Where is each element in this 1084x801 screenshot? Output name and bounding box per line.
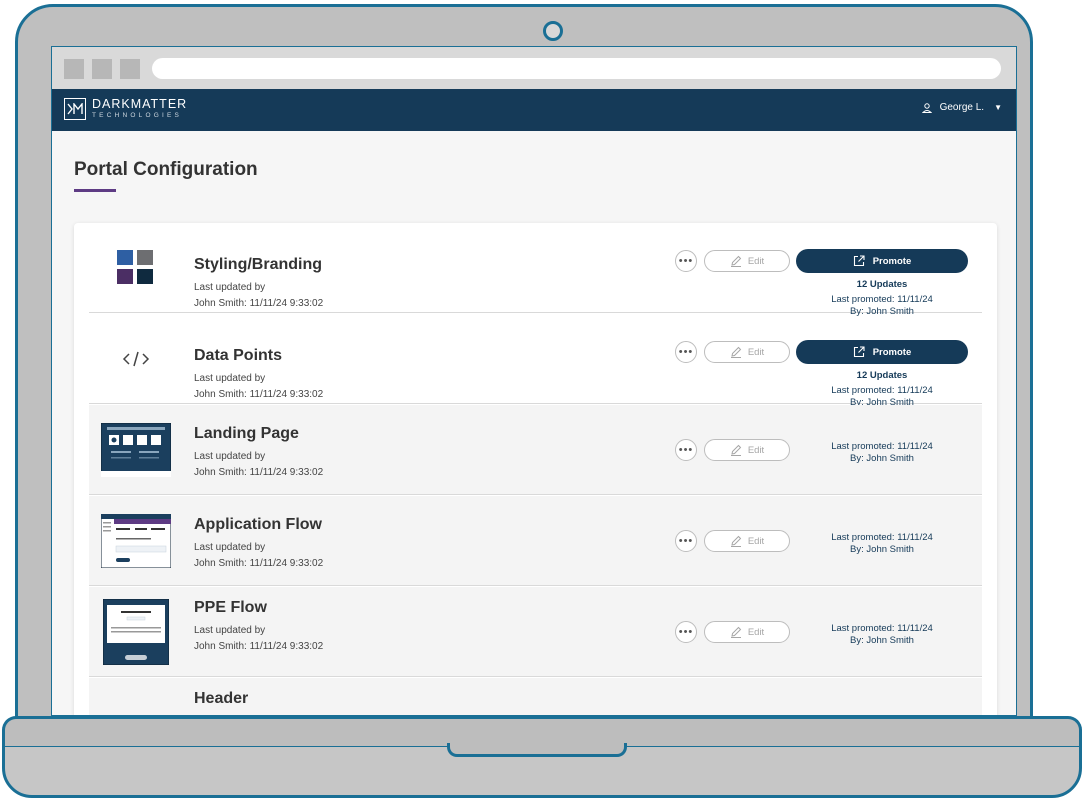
edit-label: Edit (747, 255, 765, 267)
pencil-icon (730, 626, 742, 638)
user-name: George L. (939, 102, 985, 113)
list-item: PPE Flow Last updated by John Smith: 11/… (89, 587, 982, 677)
external-link-icon (853, 255, 865, 267)
window-control[interactable] (92, 59, 112, 79)
pencil-icon (730, 255, 742, 267)
pencil-icon (730, 346, 742, 358)
edit-button[interactable]: Edit (704, 530, 790, 552)
list-item: Header (89, 678, 982, 715)
promote-button[interactable]: Promote (796, 249, 968, 273)
camera-icon (543, 21, 563, 41)
last-promoted: Last promoted: 11/11/24 (831, 385, 933, 396)
brand-subtitle: TECHNOLOGIES (92, 112, 183, 119)
row-meta-value: John Smith: 11/11/24 9:33:02 (194, 298, 324, 309)
brand-logo[interactable]: DARKMATTER TECHNOLOGIES (64, 98, 187, 120)
title-underline (74, 189, 116, 192)
more-options-button[interactable]: ••• (675, 439, 697, 461)
row-title: Landing Page (194, 425, 299, 442)
page-title: Portal Configuration (74, 159, 258, 180)
row-meta-label: Last updated by (194, 542, 266, 553)
edit-button[interactable]: Edit (704, 621, 790, 643)
user-menu[interactable]: George L. ▼ (921, 102, 1002, 113)
promoted-by: By: John Smith (850, 544, 914, 555)
edit-label: Edit (747, 346, 765, 358)
promoted-by: By: John Smith (850, 635, 914, 646)
last-promoted: Last promoted: 11/11/24 (831, 294, 933, 305)
more-options-button[interactable]: ••• (675, 341, 697, 363)
updates-count: 12 Updates (856, 370, 908, 381)
edit-button[interactable]: Edit (704, 341, 790, 363)
address-bar[interactable] (152, 58, 1001, 79)
app-header: DARKMATTER TECHNOLOGIES George L. ▼ (52, 89, 1016, 131)
edit-label: Edit (747, 626, 765, 638)
window-control[interactable] (120, 59, 140, 79)
landing-page-thumbnail (101, 423, 171, 477)
row-title: Data Points (194, 347, 283, 364)
more-options-button[interactable]: ••• (675, 621, 697, 643)
row-title: Application Flow (194, 516, 322, 533)
user-icon (921, 102, 932, 113)
browser-chrome (52, 47, 1016, 89)
promote-label: Promote (872, 346, 912, 358)
brand-name: DARKMATTER (92, 97, 188, 111)
list-item: Landing Page Last updated by John Smith:… (89, 405, 982, 495)
last-promoted: Last promoted: 11/11/24 (831, 623, 933, 634)
laptop-notch (447, 743, 627, 757)
promote-label: Promote (872, 255, 912, 267)
row-meta-label: Last updated by (194, 625, 266, 636)
config-list: Styling/Branding Last updated by John Sm… (74, 223, 997, 715)
promoted-by: By: John Smith (850, 453, 914, 464)
chevron-down-icon[interactable]: ▼ (994, 103, 1002, 112)
screen: DARKMATTER TECHNOLOGIES George L. ▼ Port… (51, 46, 1017, 716)
last-promoted: Last promoted: 11/11/24 (831, 441, 933, 452)
more-options-button[interactable]: ••• (675, 250, 697, 272)
ppe-flow-thumbnail (101, 599, 171, 665)
row-meta-value: John Smith: 11/11/24 9:33:02 (194, 467, 324, 478)
promote-button[interactable]: Promote (796, 340, 968, 364)
logo-mark-icon (64, 98, 86, 120)
logo-text: DARKMATTER TECHNOLOGIES (92, 98, 187, 120)
window-control[interactable] (64, 59, 84, 79)
pencil-icon (730, 535, 742, 547)
main-content: Portal Configuration Styling/Branding La… (52, 131, 1016, 715)
list-item: Data Points Last updated by John Smith: … (89, 314, 982, 408)
row-meta-label: Last updated by (194, 282, 266, 293)
edit-button[interactable]: Edit (704, 439, 790, 461)
code-icon (101, 332, 171, 386)
row-meta-label: Last updated by (194, 373, 266, 384)
row-meta-label: Last updated by (194, 451, 266, 462)
list-item: Application Flow Last updated by John Sm… (89, 496, 982, 586)
edit-label: Edit (747, 444, 765, 456)
palette-icon (101, 241, 171, 295)
list-item: Styling/Branding Last updated by John Sm… (89, 223, 982, 317)
row-title: PPE Flow (194, 599, 267, 616)
row-meta-value: John Smith: 11/11/24 9:33:02 (194, 641, 324, 652)
row-meta-value: John Smith: 11/11/24 9:33:02 (194, 389, 324, 400)
pencil-icon (730, 444, 742, 456)
external-link-icon (853, 346, 865, 358)
more-options-button[interactable]: ••• (675, 530, 697, 552)
row-meta-value: John Smith: 11/11/24 9:33:02 (194, 558, 324, 569)
row-title: Styling/Branding (194, 256, 322, 273)
updates-count: 12 Updates (856, 279, 908, 290)
edit-label: Edit (747, 535, 765, 547)
last-promoted: Last promoted: 11/11/24 (831, 532, 933, 543)
edit-button[interactable]: Edit (704, 250, 790, 272)
laptop-deck (2, 716, 1082, 746)
application-flow-thumbnail (101, 514, 171, 568)
row-title: Header (194, 690, 249, 707)
